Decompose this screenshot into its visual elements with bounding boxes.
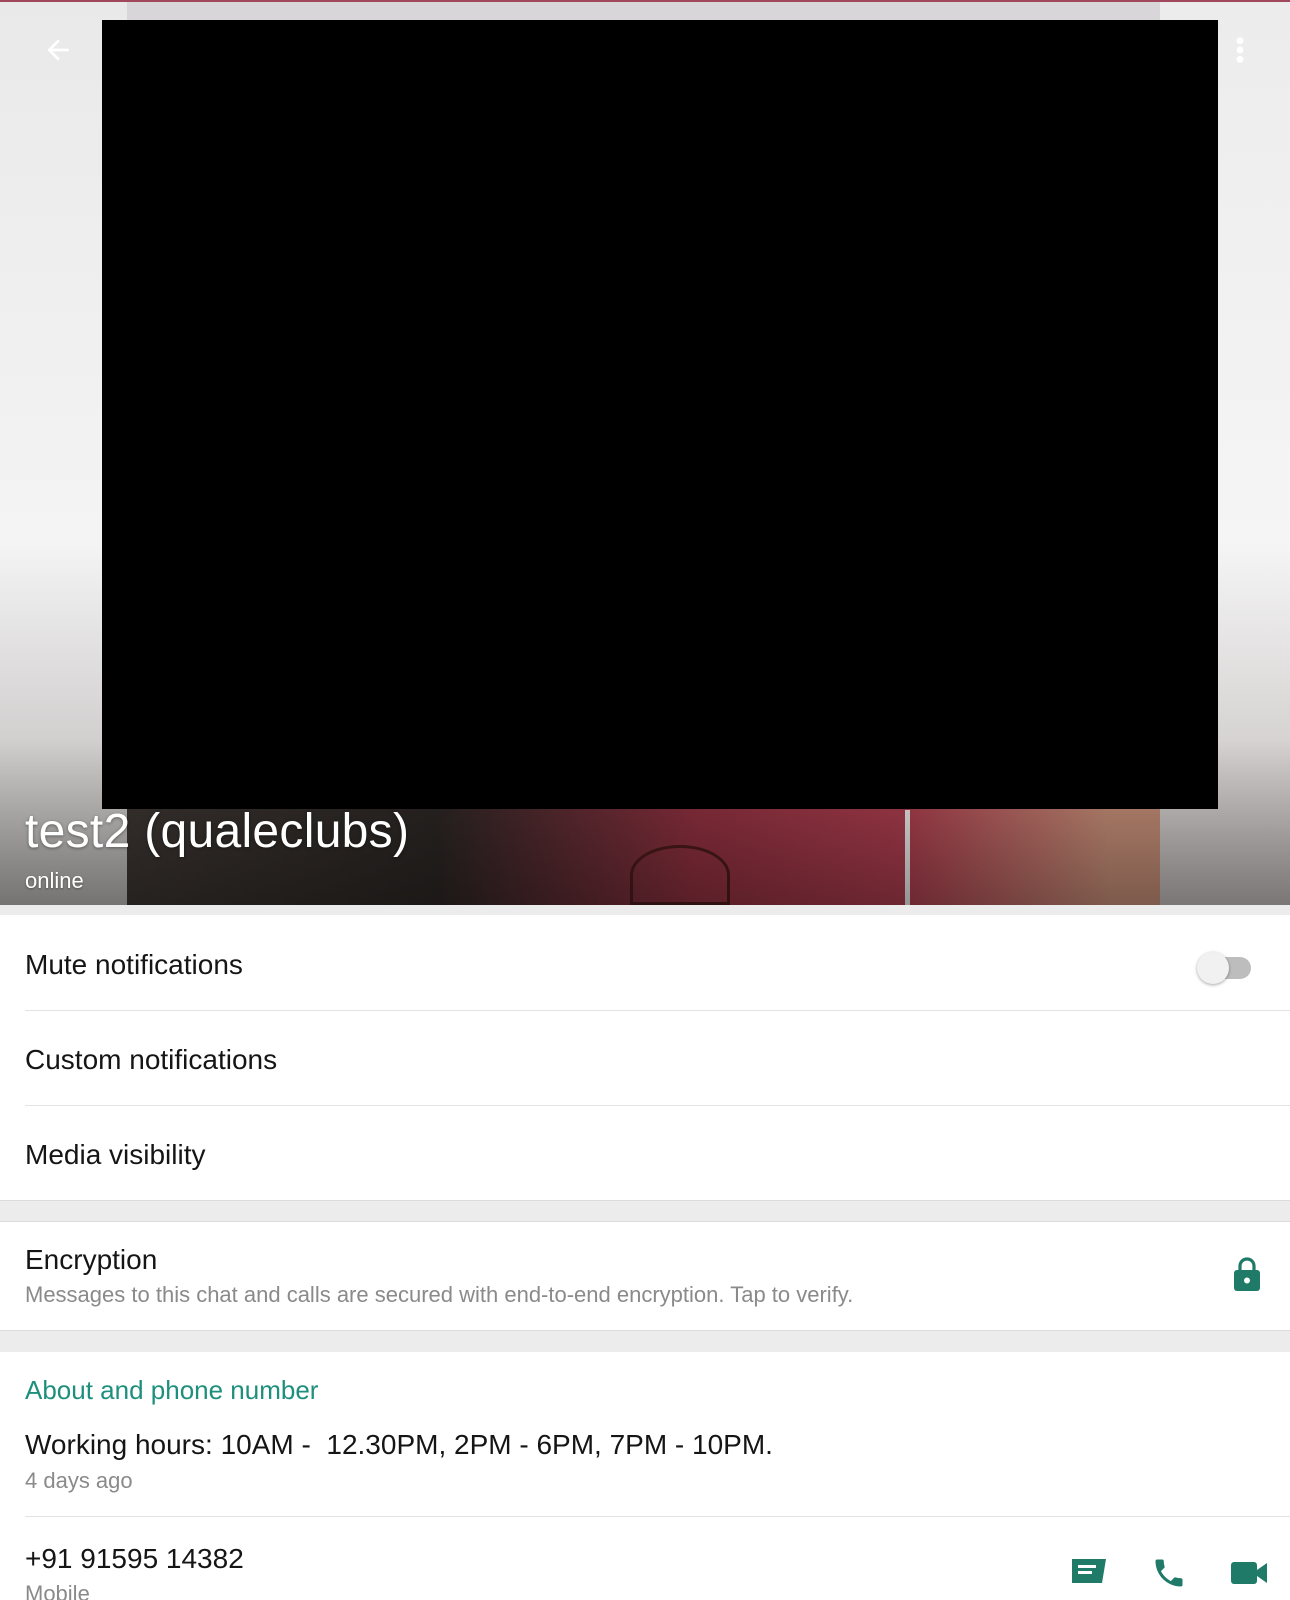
toggle-thumb bbox=[1197, 952, 1229, 984]
phone-call-icon bbox=[1155, 1559, 1183, 1587]
arrow-left-icon bbox=[47, 39, 69, 61]
about-text[interactable]: Working hours: 10AM - 12.30PM, 2PM - 6PM… bbox=[25, 1429, 773, 1461]
status-bar-line bbox=[0, 0, 1290, 2]
mute-notifications-label: Mute notifications bbox=[25, 949, 243, 980]
message-button[interactable] bbox=[1067, 1553, 1111, 1593]
custom-notifications-label: Custom notifications bbox=[25, 1044, 278, 1075]
about-timestamp: 4 days ago bbox=[25, 1468, 133, 1493]
media-visibility-label: Media visibility bbox=[25, 1139, 206, 1170]
section-gap bbox=[0, 905, 1290, 915]
encryption-subtitle: Messages to this chat and calls are secu… bbox=[25, 1282, 854, 1307]
divider bbox=[25, 1516, 1290, 1517]
phone-type-label: Mobile bbox=[25, 1581, 90, 1600]
media-visibility-row[interactable]: Media visibility bbox=[0, 1106, 1290, 1200]
video-call-button[interactable] bbox=[1227, 1553, 1271, 1593]
back-button[interactable] bbox=[36, 28, 80, 72]
contact-info-screen: test2 (qualeclubs) online Mute notificat… bbox=[0, 0, 1290, 1600]
contact-name: test2 (qualeclubs) bbox=[25, 805, 410, 858]
more-vert-icon bbox=[1236, 37, 1244, 63]
more-options-button[interactable] bbox=[1222, 28, 1258, 72]
section-gap bbox=[0, 1330, 1290, 1352]
mute-notifications-row[interactable]: Mute notifications bbox=[0, 915, 1290, 1010]
video-call-icon bbox=[1231, 1562, 1267, 1584]
contact-status: online bbox=[25, 868, 84, 893]
mute-toggle[interactable] bbox=[1197, 950, 1253, 984]
encryption-row[interactable] bbox=[0, 1222, 1290, 1330]
redacted-face-block bbox=[102, 20, 1218, 809]
phone-number[interactable]: +91 91595 14382 bbox=[25, 1543, 244, 1575]
custom-notifications-row[interactable]: Custom notifications bbox=[0, 1011, 1290, 1105]
voice-call-button[interactable] bbox=[1147, 1553, 1191, 1593]
encryption-title: Encryption bbox=[25, 1244, 158, 1275]
about-heading: About and phone number bbox=[25, 1375, 319, 1405]
message-icon bbox=[1072, 1559, 1106, 1583]
section-gap bbox=[0, 1200, 1290, 1222]
lock-icon bbox=[1234, 1257, 1260, 1291]
profile-photo-header[interactable]: test2 (qualeclubs) online bbox=[0, 0, 1290, 905]
